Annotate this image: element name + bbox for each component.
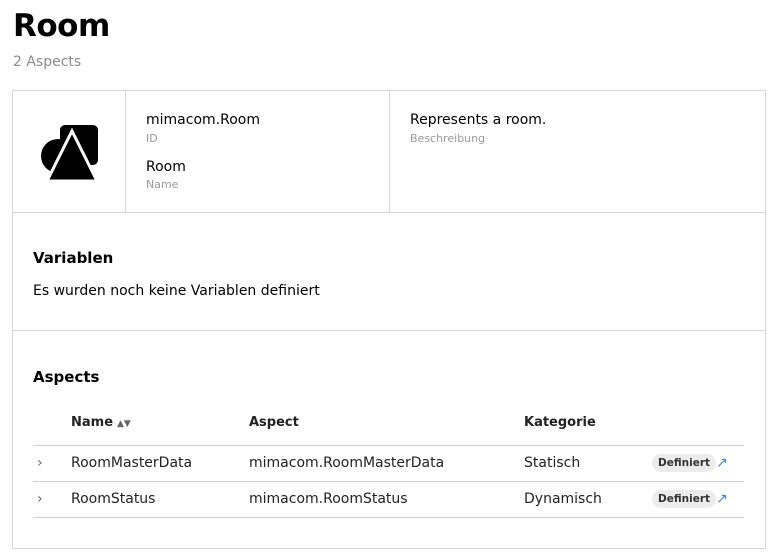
open-link-arrow-icon[interactable]: ↗ <box>716 445 744 482</box>
description-cell: Represents a room. Beschreibung <box>390 91 765 213</box>
sort-icon[interactable]: ▲▼ <box>117 419 131 429</box>
column-header-aspect: Aspect <box>249 401 524 446</box>
column-header-name[interactable]: Name ▲▼ <box>71 401 249 446</box>
aspects-section: Aspects Name ▲▼ Aspect Kategorie › RoomMa… <box>13 331 765 549</box>
variables-section: Variablen Es wurden noch keine Variablen… <box>13 213 765 331</box>
status-badge: Definiert <box>652 454 717 472</box>
asset-type-card: mimacom.Room ID Room Name Represents a r… <box>12 90 766 549</box>
aspects-title: Aspects <box>33 368 100 386</box>
chevron-right-icon[interactable]: › <box>33 481 71 518</box>
logo-cell <box>13 91 126 213</box>
status-badge: Definiert <box>652 490 717 508</box>
id-label: ID <box>146 132 158 145</box>
column-header-category: Kategorie <box>524 401 652 446</box>
name-label: Name <box>146 178 179 191</box>
table-row[interactable]: › RoomStatus mimacom.RoomStatus Dynamisc… <box>33 481 744 518</box>
aspect-id: mimacom.RoomMasterData <box>249 445 524 482</box>
info-section: mimacom.Room ID Room Name Represents a r… <box>13 91 765 213</box>
aspect-category: Dynamisch <box>524 481 652 518</box>
id-name-cell: mimacom.Room ID Room Name <box>126 91 390 213</box>
aspects-table: Name ▲▼ Aspect Kategorie › RoomMasterData… <box>33 401 744 518</box>
aspect-id: mimacom.RoomStatus <box>249 481 524 518</box>
chevron-right-icon[interactable]: › <box>33 445 71 482</box>
open-link-arrow-icon[interactable]: ↗ <box>716 481 744 518</box>
description-label: Beschreibung <box>410 132 486 145</box>
id-value: mimacom.Room <box>146 112 260 128</box>
aspect-name: RoomMasterData <box>71 445 249 482</box>
page-title: Room <box>13 8 110 44</box>
aspect-category: Statisch <box>524 445 652 482</box>
mimacom-shapes-logo-icon <box>41 125 99 181</box>
table-row[interactable]: › RoomMasterData mimacom.RoomMasterData … <box>33 445 744 482</box>
aspect-name: RoomStatus <box>71 481 249 518</box>
description-value: Represents a room. <box>410 112 547 128</box>
variables-empty-text: Es wurden noch keine Variablen definiert <box>33 283 320 299</box>
variables-title: Variablen <box>33 249 114 267</box>
name-value: Room <box>146 159 186 175</box>
aspect-count: 2 Aspects <box>13 54 82 70</box>
